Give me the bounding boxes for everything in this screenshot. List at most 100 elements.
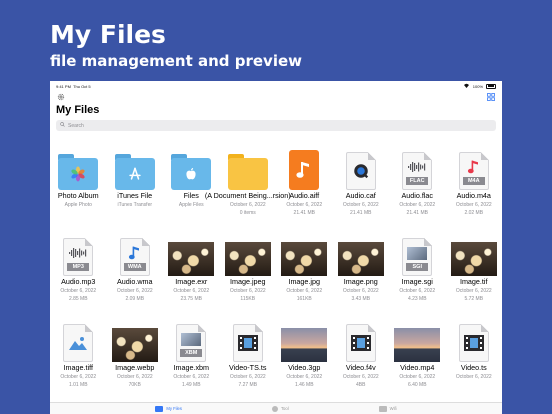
gear-icon[interactable] [56, 92, 66, 102]
item-date: October 6, 2022 [60, 374, 97, 380]
file-item[interactable]: Image.jpeg October 6, 2022 115KB [220, 228, 277, 314]
tab-my-files[interactable]: My Files [155, 405, 182, 412]
device-screen: 9:41 PM Thu Oct 5 100% My Files Search P… [50, 81, 502, 414]
image-thumbnail [168, 228, 215, 276]
status-right: 100% [463, 83, 496, 89]
image-thumbnail [281, 228, 328, 276]
video-file-icon [451, 314, 497, 362]
file-item[interactable]: Video.3gp October 6, 2022 1.46 MB [276, 314, 333, 400]
tab-tool[interactable]: Tool [271, 405, 289, 412]
item-date: October 6, 2022 [229, 374, 266, 380]
item-name: Audio.aiff [289, 191, 320, 200]
file-item[interactable]: Image.png October 6, 2022 3.43 MB [333, 228, 390, 314]
item-size: 4BB [356, 382, 366, 388]
file-item[interactable]: Video.ts October 6, 2022 [446, 314, 503, 400]
file-item[interactable]: Audio.aiff October 6, 2022 21.41 MB [276, 142, 333, 228]
item-name: Video.mp4 [400, 363, 435, 372]
tab-wifi[interactable]: Wifi [378, 405, 397, 412]
item-name: Video.ts [460, 363, 487, 372]
grid-view-icon[interactable] [486, 92, 496, 102]
item-date: October 6, 2022 [399, 202, 436, 208]
item-size: 21.41 MB [293, 210, 315, 216]
folder-item[interactable]: iTunes File iTunes Transfer [107, 142, 164, 228]
file-item[interactable]: FLAC Audio.flac October 6, 2022 21.41 MB [389, 142, 446, 228]
folder-icon [155, 405, 164, 412]
file-item[interactable]: Video.mp4 October 6, 2022 6.40 MB [389, 314, 446, 400]
item-size: 115KB [240, 296, 256, 302]
item-name: Files [183, 191, 199, 200]
item-date: October 6, 2022 [455, 288, 492, 294]
file-grid: Photo Album Apple Photo iTunes File iTunes … [50, 142, 502, 400]
item-date: October 6, 2022 [60, 288, 97, 294]
item-date: October 6, 2022 [399, 288, 436, 294]
item-date: October 6, 2022 [229, 288, 266, 294]
item-name: Video.f4v [345, 363, 376, 372]
file-item[interactable]: Image.webp October 6, 2022 70KB [107, 314, 164, 400]
search-icon [60, 122, 65, 129]
item-date: October 6, 2022 [116, 288, 153, 294]
item-size: 1.49 MB [181, 382, 201, 388]
item-size: 161KB [296, 296, 312, 302]
item-date: October 6, 2022 [286, 374, 323, 380]
file-item[interactable]: Audio.caf October 6, 2022 21.41 MB [333, 142, 390, 228]
file-document-icon: FLAC [394, 142, 440, 190]
file-item[interactable]: SGI Image.sgi October 6, 2022 4.23 MB [389, 228, 446, 314]
item-name: Image.exr [175, 277, 208, 286]
tab-bar: My Files Tool Wifi [50, 402, 502, 414]
image-thumbnail [111, 314, 158, 362]
file-item[interactable]: Image.tiff October 6, 2022 1.01 MB [50, 314, 107, 400]
file-item[interactable]: Video.f4v October 6, 2022 4BB [333, 314, 390, 400]
item-name: Audio.flac [401, 191, 434, 200]
folder-icon [55, 142, 101, 190]
status-left: 9:41 PM Thu Oct 5 [56, 84, 91, 89]
item-size: 3.43 MB [351, 296, 371, 302]
video-file-icon [338, 314, 384, 362]
file-item[interactable]: Video-TS.ts October 6, 2022 7.27 MB [220, 314, 277, 400]
item-name: Audio.caf [345, 191, 376, 200]
image-thumbnail [281, 314, 328, 362]
file-document-icon: M4A [451, 142, 497, 190]
item-name: Video-TS.ts [229, 363, 267, 372]
quicktime-icon [338, 142, 384, 190]
item-date: October 6, 2022 [286, 288, 323, 294]
folder-icon [225, 142, 271, 190]
item-size: 21.41 MB [406, 210, 428, 216]
file-document-icon: MP3 [55, 228, 101, 276]
file-item[interactable]: Image.exr October 6, 2022 23.75 MB [163, 228, 220, 314]
promo-title: My Files [50, 20, 166, 49]
item-date: October 6, 2022 [455, 374, 492, 380]
item-date: October 6, 2022 [173, 288, 210, 294]
item-size: 70KB [128, 382, 141, 388]
file-document-icon: XBM [168, 314, 214, 362]
file-item[interactable]: MP3 Audio.mp3 October 6, 2022 2.85 MB [50, 228, 107, 314]
item-size: 23.75 MB [180, 296, 202, 302]
item-size: 21.41 MB [350, 210, 372, 216]
file-document-icon [55, 314, 101, 362]
item-name: Audio.wma [116, 277, 153, 286]
item-size: 2.09 MB [125, 296, 145, 302]
status-time: 9:41 PM [56, 83, 71, 89]
item-date: October 6, 2022 [455, 202, 492, 208]
file-item[interactable]: XBM Image.xbm October 6, 2022 1.49 MB [163, 314, 220, 400]
image-thumbnail [337, 228, 384, 276]
item-date: iTunes Transfer [117, 202, 153, 208]
wifi-icon [463, 83, 470, 89]
tab-label: Tool [280, 406, 289, 411]
nav-bar [50, 91, 502, 103]
folder-item[interactable]: Files Apple Files [163, 142, 220, 228]
image-thumbnail [450, 228, 497, 276]
file-item[interactable]: WMA Audio.wma October 6, 2022 2.09 MB [107, 228, 164, 314]
file-item[interactable]: M4A Audio.m4a October 6, 2022 2.02 MB [446, 142, 503, 228]
folder-item[interactable]: Photo Album Apple Photo [50, 142, 107, 228]
image-thumbnail [224, 228, 271, 276]
item-size: 4.23 MB [407, 296, 427, 302]
item-date: October 6, 2022 [286, 202, 323, 208]
item-date: October 6, 2022 [342, 202, 379, 208]
search-bar[interactable]: Search [56, 120, 496, 131]
item-size: 2.02 MB [464, 210, 484, 216]
folder-item[interactable]: (A Document Being...rsion) October 6, 202… [205, 142, 291, 228]
file-item[interactable]: Image.jpg October 6, 2022 161KB [276, 228, 333, 314]
file-item[interactable]: Image.tif October 6, 2022 5.72 MB [446, 228, 503, 314]
tool-icon [271, 405, 278, 412]
item-date: Apple Photo [64, 202, 92, 208]
